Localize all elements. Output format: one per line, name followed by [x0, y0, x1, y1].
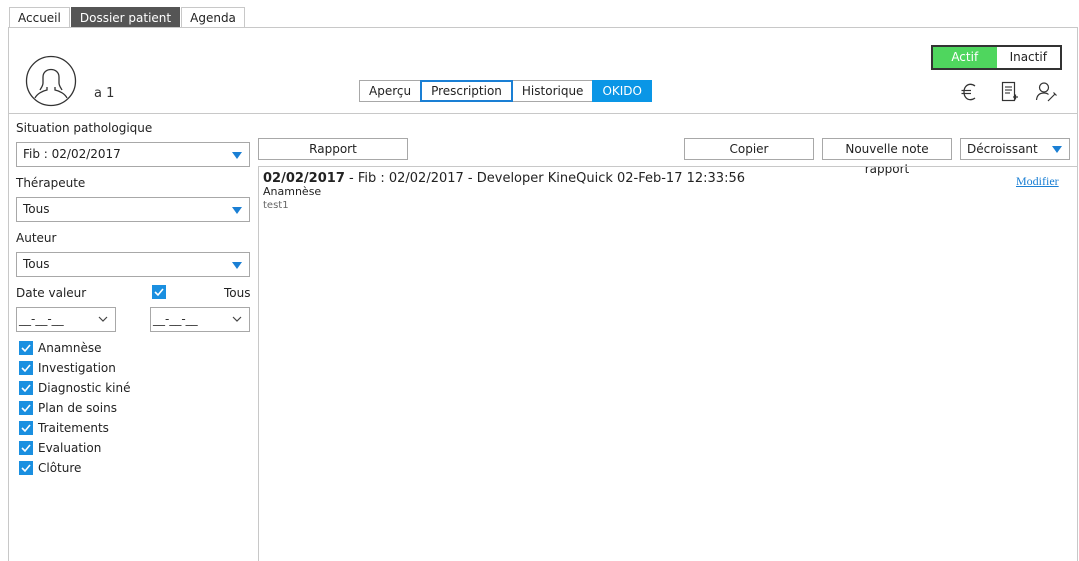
category-plan-de-soins[interactable]: Plan de soins [19, 400, 117, 416]
category-label: Evaluation [38, 441, 102, 455]
date-label: Date valeur [16, 286, 87, 300]
copy-button[interactable]: Copier [684, 138, 814, 160]
author-select[interactable]: Tous [16, 252, 250, 277]
author-label: Auteur [16, 231, 57, 245]
category-anamnese[interactable]: Anamnèse [19, 340, 101, 356]
note-category: Anamnèse [263, 185, 322, 198]
new-note-button[interactable]: Nouvelle note rapport [822, 138, 952, 176]
status-inactive-option[interactable]: Inactif [997, 47, 1061, 68]
patient-record-panel [8, 27, 1078, 561]
tab-okido[interactable]: OKIDO [592, 80, 652, 102]
category-label: Investigation [38, 361, 116, 375]
euro-icon[interactable] [958, 80, 982, 104]
checkbox[interactable] [19, 420, 33, 435]
date-all-checkbox[interactable] [152, 285, 166, 299]
status-toggle[interactable]: Actif Inactif [931, 45, 1062, 70]
date-all-label: Tous [224, 286, 251, 300]
user-edit-icon[interactable] [1034, 80, 1058, 104]
sidebar-divider [258, 166, 259, 561]
category-label: Clôture [38, 461, 82, 475]
category-label: Traitements [38, 421, 109, 435]
patient-name: a 1 [94, 86, 115, 101]
content-divider [259, 166, 1077, 167]
chevron-down-icon [232, 316, 242, 322]
therapist-select[interactable]: Tous [16, 197, 250, 222]
note-header: 02/02/2017 - Fib : 02/02/2017 - Develope… [263, 171, 745, 186]
category-evaluation[interactable]: Evaluation [19, 440, 101, 456]
checkbox[interactable] [19, 440, 33, 455]
tab-dossier-patient[interactable]: Dossier patient [70, 7, 181, 28]
sort-value: Décroissant [967, 142, 1038, 156]
category-cloture[interactable]: Clôture [19, 460, 81, 476]
category-investigation[interactable]: Investigation [19, 360, 116, 376]
tab-historique[interactable]: Historique [511, 80, 594, 102]
date-from-field[interactable]: __-__-__ [16, 307, 116, 332]
category-label: Diagnostic kiné [38, 381, 131, 395]
checkbox[interactable] [19, 460, 33, 475]
category-label: Anamnèse [38, 341, 102, 355]
sort-select[interactable]: Décroissant [960, 138, 1070, 160]
situation-value: Fib : 02/02/2017 [23, 147, 121, 161]
status-active-option[interactable]: Actif [933, 47, 997, 68]
tab-apercu[interactable]: Aperçu [359, 80, 422, 102]
date-to-value: __-__-__ [153, 312, 198, 326]
situation-label: Situation pathologique [16, 121, 153, 135]
category-diagnostic[interactable]: Diagnostic kiné [19, 380, 130, 396]
report-button[interactable]: Rapport [258, 138, 408, 160]
therapist-value: Tous [23, 202, 50, 216]
tab-accueil[interactable]: Accueil [9, 7, 70, 28]
date-to-field[interactable]: __-__-__ [150, 307, 250, 332]
tab-agenda[interactable]: Agenda [181, 7, 245, 28]
checkbox[interactable] [19, 340, 33, 355]
edit-note-link[interactable]: Modifier [1016, 174, 1059, 189]
category-traitements[interactable]: Traitements [19, 420, 109, 436]
top-tabs: Accueil Dossier patient Agenda [9, 7, 246, 28]
therapist-label: Thérapeute [16, 176, 86, 190]
chevron-down-icon [98, 316, 108, 322]
view-tabs: Aperçu Prescription Historique OKIDO [359, 80, 652, 102]
checkbox[interactable] [19, 360, 33, 375]
author-value: Tous [23, 257, 50, 271]
dropdown-arrow-icon [232, 207, 242, 214]
invoice-add-icon[interactable] [998, 80, 1022, 104]
dropdown-arrow-icon [1052, 146, 1062, 153]
checkbox[interactable] [19, 400, 33, 415]
situation-select[interactable]: Fib : 02/02/2017 [16, 142, 250, 167]
user-silhouette-icon [25, 55, 77, 107]
note-date: 02/02/2017 [263, 171, 345, 186]
checkbox[interactable] [19, 380, 33, 395]
header-divider [9, 113, 1077, 114]
category-label: Plan de soins [38, 401, 117, 415]
note-body: test1 [263, 200, 289, 211]
tab-prescription[interactable]: Prescription [420, 80, 513, 102]
dropdown-arrow-icon [232, 152, 242, 159]
note-details: - Fib : 02/02/2017 - Developer KineQuick… [344, 171, 745, 186]
date-from-value: __-__-__ [19, 312, 64, 326]
dropdown-arrow-icon [232, 262, 242, 269]
